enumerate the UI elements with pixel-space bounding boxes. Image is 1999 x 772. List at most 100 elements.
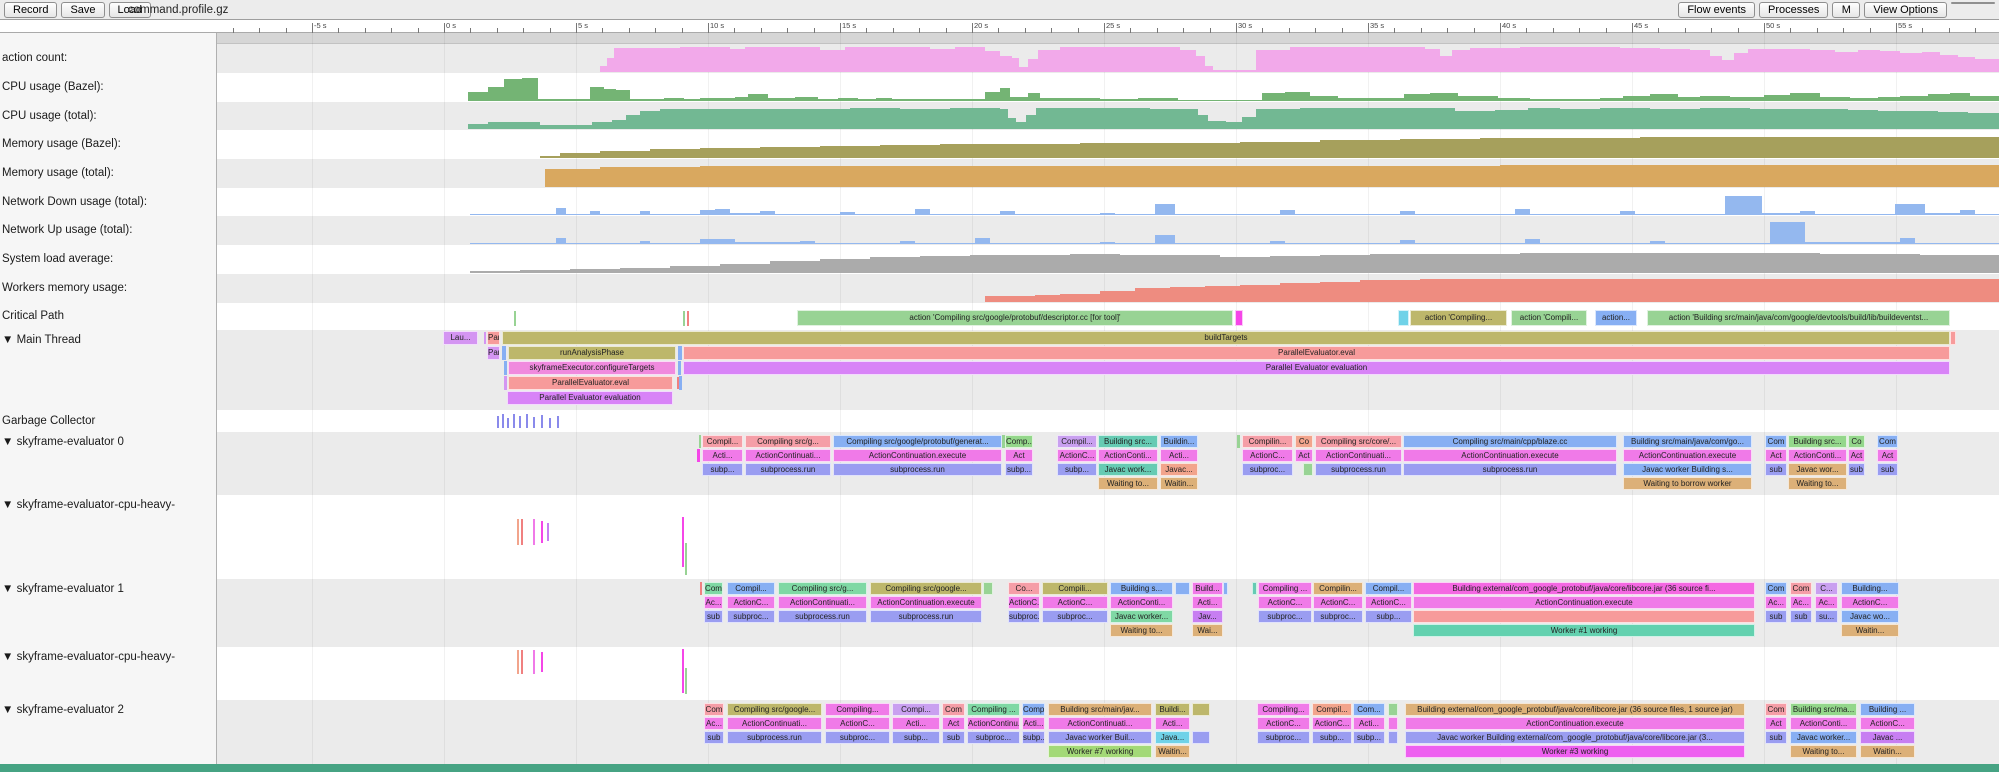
trace-span[interactable]: Act xyxy=(1877,449,1898,462)
trace-span[interactable] xyxy=(700,582,702,595)
trace-span[interactable]: Compiling... xyxy=(1257,703,1310,716)
trace-tick[interactable] xyxy=(541,415,543,428)
trace-span[interactable]: Compiling src/main/cpp/blaze.cc xyxy=(1403,435,1617,448)
trace-span[interactable]: Ac... xyxy=(1765,596,1787,609)
trace-tick[interactable] xyxy=(521,519,523,545)
trace-span[interactable] xyxy=(1388,731,1398,744)
trace-span[interactable]: Compi... xyxy=(892,703,940,716)
trace-tick[interactable] xyxy=(526,414,528,428)
trace-span[interactable]: Ac... xyxy=(1815,596,1838,609)
trace-span[interactable]: sub xyxy=(1765,731,1787,744)
trace-span[interactable]: Com xyxy=(704,703,724,716)
trace-span[interactable]: subproc... xyxy=(1257,731,1310,744)
trace-span[interactable]: sub xyxy=(704,610,723,623)
counter-chart-work[interactable] xyxy=(217,274,1999,303)
trace-span[interactable]: Acti... xyxy=(1353,717,1385,730)
trace-span[interactable]: Waiting to... xyxy=(1788,477,1847,490)
trace-tick[interactable] xyxy=(497,416,499,428)
trace-span[interactable]: ActionContinuation.execute xyxy=(1403,449,1617,462)
toolbar-button-flow-events[interactable]: Flow events xyxy=(1678,2,1755,18)
trace-span[interactable]: ActionContinuati... xyxy=(727,717,822,730)
trace-span[interactable]: subproc... xyxy=(727,610,775,623)
trace-span[interactable]: Building src/ma... xyxy=(1790,703,1857,716)
trace-span[interactable]: Javac... xyxy=(1160,463,1198,476)
trace-span[interactable]: subprocess.run xyxy=(727,731,822,744)
trace-tick[interactable] xyxy=(533,650,535,674)
trace-span[interactable]: Building src... xyxy=(1098,435,1158,448)
trace-tick[interactable] xyxy=(557,416,559,428)
row-label-hv2[interactable]: ▼ skyframe-evaluator-cpu-heavy- xyxy=(2,650,214,664)
trace-span[interactable]: Javac worker Building external/com_googl… xyxy=(1405,731,1745,744)
trace-span[interactable]: Compiling src/core/... xyxy=(1315,435,1402,448)
row-label-sky1[interactable]: ▼ skyframe-evaluator 1 xyxy=(2,582,214,596)
trace-span[interactable]: Compiling src/google/protobuf/generat... xyxy=(833,435,1002,448)
trace-span[interactable]: Com xyxy=(1765,582,1787,595)
trace-span[interactable]: Act xyxy=(1765,717,1787,730)
trace-span[interactable]: subp... xyxy=(892,731,940,744)
trace-span[interactable]: Act xyxy=(1848,449,1865,462)
trace-span[interactable]: Wai... xyxy=(1192,624,1223,637)
trace-span[interactable]: ActionContinuati... xyxy=(1315,449,1402,462)
trace-span[interactable] xyxy=(1388,717,1398,730)
trace-span[interactable]: sub xyxy=(1790,610,1812,623)
trace-span[interactable] xyxy=(678,361,681,375)
trace-span[interactable]: Buildin... xyxy=(1160,435,1198,448)
toolbar-button-processes[interactable]: Processes xyxy=(1759,2,1828,18)
toolbar-button-view-options[interactable]: View Options xyxy=(1864,2,1947,18)
trace-span[interactable]: Building src/main/java/com/go... xyxy=(1623,435,1752,448)
trace-span[interactable]: ActionC... xyxy=(1860,717,1915,730)
trace-span[interactable]: ActionConti... xyxy=(1098,449,1158,462)
trace-span[interactable]: Com... xyxy=(1353,703,1385,716)
trace-span[interactable]: Acti... xyxy=(892,717,940,730)
trace-span[interactable]: subp... xyxy=(1022,731,1045,744)
trace-tick[interactable] xyxy=(533,417,535,428)
trace-span[interactable]: Worker #7 working xyxy=(1048,745,1152,758)
trace-tick[interactable] xyxy=(507,418,509,428)
trace-span[interactable]: ActionContinuation.execute xyxy=(1413,596,1755,609)
trace-tick[interactable] xyxy=(521,650,523,674)
trace-span[interactable]: Compiling... xyxy=(825,703,890,716)
trace-span[interactable]: subproc... xyxy=(1042,610,1108,623)
toolbar-button-record[interactable]: Record xyxy=(4,2,57,18)
trace-span[interactable] xyxy=(1192,703,1210,716)
trace-span[interactable]: subp... xyxy=(1353,731,1385,744)
trace-span[interactable]: subproc... xyxy=(1008,610,1040,623)
trace-span[interactable]: ActionConti... xyxy=(1790,717,1857,730)
trace-span[interactable]: ActionC... xyxy=(1365,596,1412,609)
trace-span[interactable]: Com xyxy=(1765,703,1787,716)
trace-span[interactable] xyxy=(678,346,682,360)
trace-span[interactable] xyxy=(1235,310,1243,326)
trace-span[interactable]: ActionContinuati... xyxy=(745,449,831,462)
trace-span[interactable]: subprocess.run xyxy=(1403,463,1617,476)
trace-span[interactable]: ActionConti... xyxy=(1788,449,1847,462)
trace-span[interactable]: subproc... xyxy=(1242,463,1293,476)
trace-span[interactable]: Com xyxy=(1790,582,1812,595)
trace-span[interactable]: Act xyxy=(942,717,965,730)
trace-span[interactable]: Compilin... xyxy=(1242,435,1293,448)
trace-span[interactable] xyxy=(1223,582,1228,595)
trace-tick[interactable] xyxy=(685,668,687,694)
trace-span[interactable] xyxy=(504,376,507,390)
trace-span[interactable]: ActionC... xyxy=(1841,596,1899,609)
trace-span[interactable]: ActionC... xyxy=(727,596,775,609)
row-label-main[interactable]: ▼ Main Thread xyxy=(2,333,214,347)
trace-span[interactable]: ActionContinuati... xyxy=(1048,717,1152,730)
trace-tick[interactable] xyxy=(541,521,543,543)
trace-span[interactable]: Javac wor... xyxy=(1788,463,1847,476)
trace-span[interactable]: Acti... xyxy=(1192,596,1223,609)
trace-span[interactable]: Com xyxy=(704,582,723,595)
trace-span[interactable]: Worker #1 working xyxy=(1413,624,1755,637)
trace-tick[interactable] xyxy=(514,311,516,326)
trace-span[interactable]: Building... xyxy=(1841,582,1899,595)
trace-span[interactable]: Waiting to... xyxy=(1098,477,1158,490)
trace-span[interactable]: Com xyxy=(942,703,965,716)
trace-span[interactable] xyxy=(1950,331,1956,345)
trace-span[interactable]: Javac wo... xyxy=(1841,610,1899,623)
trace-span[interactable]: Javac ... xyxy=(1860,731,1915,744)
trace-span[interactable]: Compil... xyxy=(727,582,775,595)
trace-tick[interactable] xyxy=(685,543,687,575)
trace-tick[interactable] xyxy=(549,418,551,428)
trace-span[interactable]: subproc... xyxy=(967,731,1020,744)
trace-span[interactable]: subprocess.run xyxy=(870,610,982,623)
counter-chart-netd[interactable] xyxy=(217,188,1999,216)
